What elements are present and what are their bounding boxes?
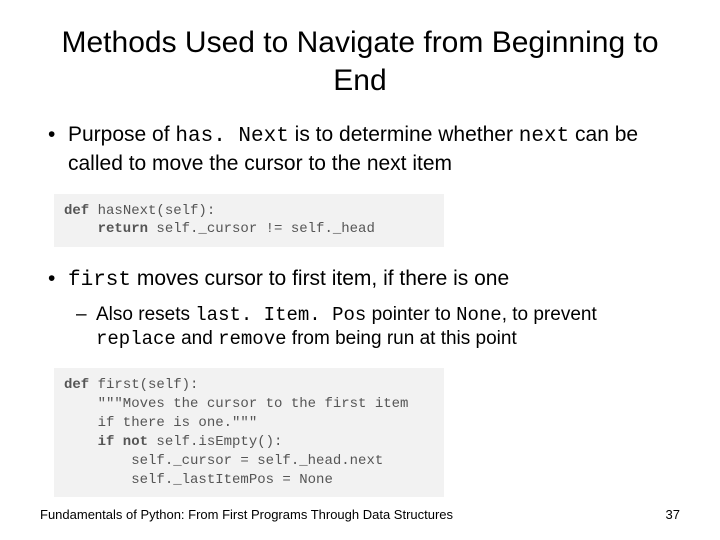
- text: Also resets: [96, 304, 195, 325]
- code-line: if there is one.""": [64, 415, 257, 431]
- code-remove: remove: [218, 328, 286, 350]
- code-line: self._cursor = self._head.next: [64, 453, 383, 469]
- code-block-hasnext: def hasNext(self): return self._cursor !…: [54, 194, 444, 248]
- code-lastitempos: last. Item. Pos: [195, 304, 366, 326]
- bullet-purpose-hasnext: Purpose of has. Next is to determine whe…: [40, 121, 680, 178]
- code-line: first(self):: [89, 377, 198, 393]
- kw-def: def: [64, 203, 89, 219]
- code-block-first: def first(self): """Moves the cursor to …: [54, 368, 444, 497]
- text: pointer to: [366, 304, 456, 325]
- code-first: first: [68, 269, 131, 292]
- code-next: next: [519, 125, 569, 148]
- slide: Methods Used to Navigate from Beginning …: [0, 0, 720, 540]
- code-line: self._cursor != self._head: [148, 221, 375, 237]
- slide-title: Methods Used to Navigate from Beginning …: [40, 24, 680, 99]
- code-hasnext: has. Next: [175, 125, 288, 148]
- kw-return: return: [64, 221, 148, 237]
- footer: Fundamentals of Python: From First Progr…: [40, 507, 680, 522]
- page-number: 37: [666, 507, 680, 522]
- kw-if-not: if not: [64, 434, 148, 450]
- code-line: hasNext(self):: [89, 203, 215, 219]
- bullet-first: first moves cursor to first item, if the…: [40, 265, 680, 294]
- bullet-first-sub: Also resets last. Item. Pos pointer to N…: [40, 303, 680, 352]
- text: and: [176, 328, 218, 349]
- bullet-list-2: first moves cursor to first item, if the…: [40, 265, 680, 352]
- code-replace: replace: [96, 328, 176, 350]
- code-line: self.isEmpty():: [148, 434, 282, 450]
- code-line: self._lastItemPos = None: [64, 472, 333, 488]
- text: is to determine whether: [289, 123, 519, 146]
- text: from being run at this point: [287, 328, 517, 349]
- kw-def: def: [64, 377, 89, 393]
- code-none: None: [456, 304, 502, 326]
- text: moves cursor to first item, if there is …: [131, 267, 509, 290]
- footer-text: Fundamentals of Python: From First Progr…: [40, 507, 453, 522]
- text: , to prevent: [502, 304, 597, 325]
- code-line: """Moves the cursor to the first item: [64, 396, 408, 412]
- bullet-list: Purpose of has. Next is to determine whe…: [40, 121, 680, 178]
- text: Purpose of: [68, 123, 175, 146]
